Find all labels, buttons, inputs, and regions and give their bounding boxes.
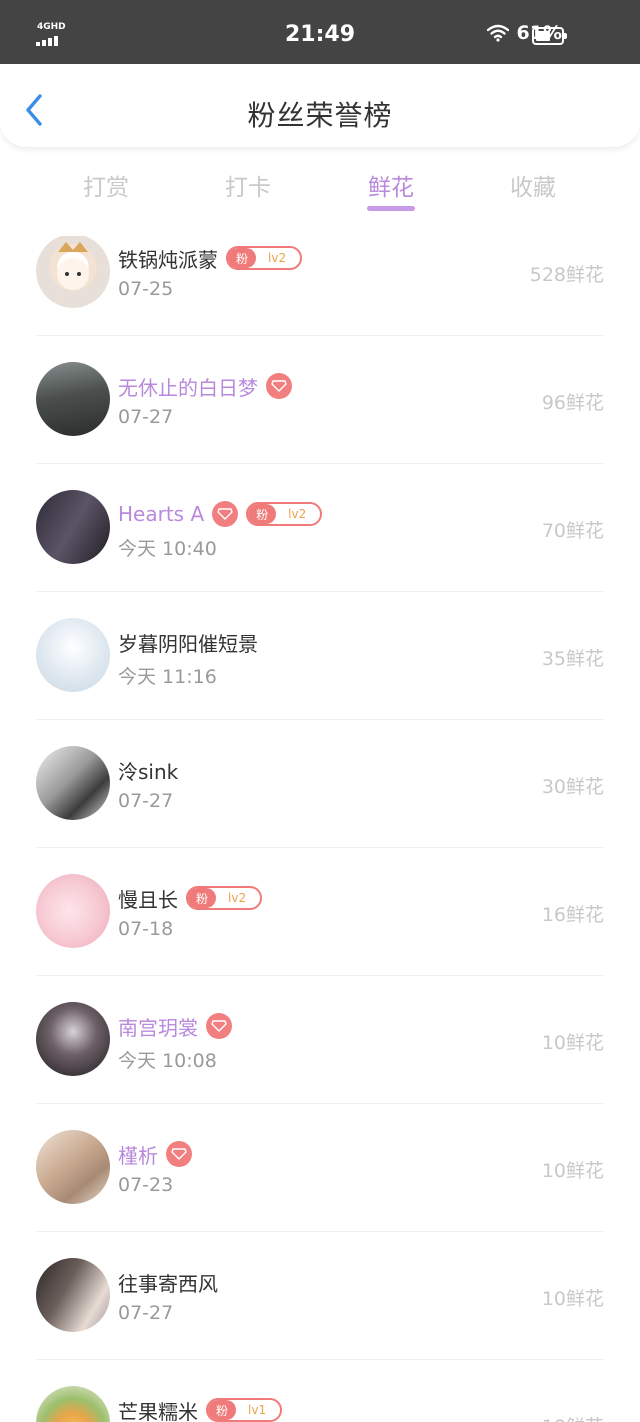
flower-count: 528鲜花 bbox=[529, 264, 604, 286]
fan-level-badge: 粉 lv1 bbox=[206, 1398, 283, 1422]
list-item[interactable]: 往事寄西风 07-27 10鲜花 bbox=[0, 1232, 640, 1360]
username: 芒果糯米 bbox=[118, 1399, 198, 1422]
date: 07-27 bbox=[118, 1302, 174, 1324]
list-item[interactable]: 慢且长 粉 lv2 07-18 16鲜花 bbox=[0, 848, 640, 976]
date: 07-23 bbox=[118, 1174, 174, 1196]
username: 槿析 bbox=[118, 1143, 158, 1168]
username: 泠sink bbox=[118, 759, 179, 784]
active-tab-indicator bbox=[367, 206, 415, 211]
flower-count: 10鲜花 bbox=[541, 1160, 604, 1182]
date: 今天 11:16 bbox=[118, 666, 217, 688]
diamond-vip-icon bbox=[166, 1141, 192, 1167]
nav-header: 粉丝荣誉榜 bbox=[0, 64, 640, 148]
status-bar: 4GHD 21:49 61% bbox=[0, 0, 640, 64]
flower-count: 10鲜花 bbox=[542, 1412, 604, 1422]
tab-flowers[interactable]: 鲜花 bbox=[351, 168, 431, 202]
diamond-vip-icon bbox=[212, 501, 239, 527]
list-item[interactable]: 泠sink 07-27 30鲜花 bbox=[0, 720, 640, 848]
tab-checkin[interactable]: 打卡 bbox=[208, 168, 288, 202]
username: 慢且长 bbox=[118, 887, 178, 912]
fan-level-badge: 粉 lv2 bbox=[186, 886, 263, 910]
avatar[interactable] bbox=[36, 746, 110, 820]
fan-level-badge: 粉 lv2 bbox=[226, 246, 303, 270]
username: Hearts A bbox=[118, 502, 205, 526]
avatar[interactable] bbox=[36, 618, 110, 692]
username: 铁锅炖派蒙 bbox=[118, 247, 218, 272]
diamond-vip-icon bbox=[206, 1013, 232, 1039]
flower-count: 10鲜花 bbox=[541, 1032, 604, 1054]
username: 往事寄西风 bbox=[118, 1271, 218, 1296]
date: 今天 10:40 bbox=[118, 538, 217, 560]
username: 岁暮阴阳催短景 bbox=[118, 631, 258, 656]
avatar[interactable] bbox=[36, 1258, 110, 1332]
username: 南宫玥裳 bbox=[118, 1015, 198, 1040]
list-item[interactable]: 岁暮阴阳催短景 今天 11:16 35鲜花 bbox=[0, 592, 640, 720]
list-item[interactable]: Hearts A 粉 lv2 今天 10:40 70鲜花 bbox=[0, 464, 640, 592]
list-item[interactable]: 槿析 07-23 10鲜花 bbox=[0, 1104, 640, 1232]
page-title: 粉丝荣誉榜 bbox=[247, 99, 393, 132]
date: 07-27 bbox=[118, 790, 174, 812]
list-item[interactable]: 芒果糯米 粉 lv1 10鲜花 bbox=[0, 1360, 640, 1422]
date: 07-18 bbox=[118, 918, 174, 940]
tab-favorites[interactable]: 收藏 bbox=[493, 168, 573, 202]
wifi-icon bbox=[486, 24, 509, 42]
flower-count: 16鲜花 bbox=[541, 904, 604, 926]
list-item[interactable]: 无休止的白日梦 07-27 96鲜花 bbox=[0, 336, 640, 464]
diamond-vip-icon bbox=[266, 373, 292, 399]
avatar[interactable] bbox=[36, 874, 110, 948]
date: 07-25 bbox=[118, 278, 174, 300]
tab-bar: 打赏 打卡 鲜花 收藏 bbox=[0, 160, 640, 218]
date: 07-27 bbox=[118, 406, 174, 428]
avatar[interactable] bbox=[36, 1002, 110, 1076]
fan-ranking-list: 铁锅炖派蒙 粉 lv2 07-25 528鲜花 无休止的白日梦 07-27 96… bbox=[0, 236, 640, 1422]
fan-level-badge: 粉 lv2 bbox=[246, 502, 323, 526]
username: 无休止的白日梦 bbox=[118, 375, 258, 400]
flower-count: 96鲜花 bbox=[541, 392, 604, 414]
avatar[interactable] bbox=[36, 362, 110, 436]
avatar[interactable] bbox=[36, 490, 110, 564]
date: 今天 10:08 bbox=[118, 1050, 217, 1072]
avatar[interactable] bbox=[36, 236, 110, 308]
avatar[interactable] bbox=[36, 1386, 110, 1422]
list-item[interactable]: 铁锅炖派蒙 粉 lv2 07-25 528鲜花 bbox=[0, 236, 640, 336]
flower-count: 70鲜花 bbox=[541, 520, 604, 542]
flower-count: 10鲜花 bbox=[541, 1288, 604, 1310]
flower-count: 30鲜花 bbox=[541, 776, 604, 798]
list-item[interactable]: 南宫玥裳 今天 10:08 10鲜花 bbox=[0, 976, 640, 1104]
flower-count: 35鲜花 bbox=[541, 648, 604, 670]
battery-icon bbox=[532, 27, 567, 45]
tab-tip[interactable]: 打赏 bbox=[66, 168, 146, 202]
avatar[interactable] bbox=[36, 1130, 110, 1204]
